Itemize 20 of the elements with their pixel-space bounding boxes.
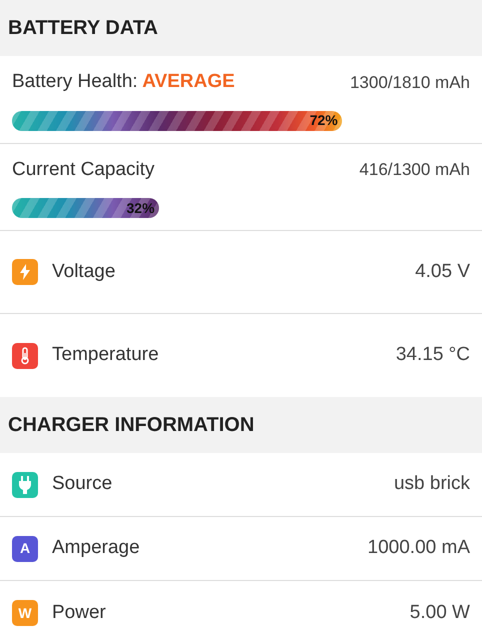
letter-icon: A	[12, 536, 38, 562]
section-title: BATTERY DATA	[8, 16, 158, 41]
stat-label: Amperage	[52, 536, 140, 560]
stat-label: Source	[52, 472, 112, 496]
meter-value: 1300/1810 mAh	[350, 72, 470, 94]
section-title: CHARGER INFORMATION	[8, 413, 254, 438]
stat-value: 4.05 V	[415, 260, 470, 284]
stat-value: 5.00 W	[410, 600, 470, 625]
stat-label: Power	[52, 600, 106, 625]
stat-label: Temperature	[52, 343, 159, 368]
meter-percentage: 32%	[126, 198, 155, 218]
meter-label: Battery Health: AVERAGE	[12, 70, 235, 94]
stat-value: usb brick	[394, 472, 470, 496]
meter-label: Current Capacity	[12, 158, 155, 182]
stat-value: 34.15 °C	[396, 343, 470, 368]
meter-value: 416/1300 mAh	[359, 159, 470, 181]
meter-percentage: 72%	[310, 111, 338, 130]
stat-value: 1000.00 mA	[368, 536, 470, 560]
letter-icon: W	[12, 600, 38, 626]
stat-label: Voltage	[52, 260, 116, 284]
